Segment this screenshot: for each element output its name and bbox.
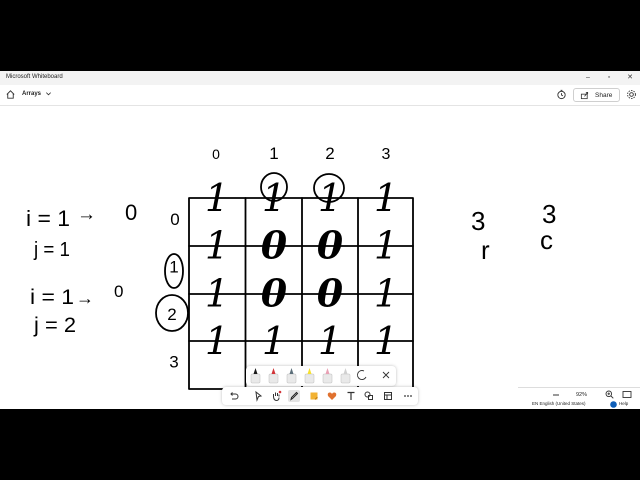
row-label-3: 3	[169, 353, 178, 372]
column-label-2: 2	[325, 144, 334, 163]
matrix-cell-2-0: 1	[205, 271, 229, 315]
matrix-cell-3-1: 1	[262, 319, 286, 363]
matrix-cell-3-3: 1	[374, 319, 398, 363]
matrix-cell-0-0: 1	[205, 176, 229, 220]
board-toolbar: Arrays Share	[0, 85, 640, 106]
note1-j: j = 1	[33, 239, 70, 261]
more-icon[interactable]	[402, 390, 414, 402]
matrix-cell-3-0: 1	[205, 319, 229, 363]
matrix-cell-2-3: 1	[374, 271, 398, 315]
template-icon[interactable]	[382, 390, 394, 402]
pen-tray	[246, 366, 396, 386]
help-label[interactable]: Help	[619, 401, 628, 406]
share-label: Share	[595, 92, 613, 99]
zoom-out-icon[interactable]	[552, 391, 560, 399]
gray-pen[interactable]	[286, 368, 297, 384]
share-button[interactable]: Share	[573, 88, 620, 102]
cols-count-letter: c	[540, 225, 553, 255]
note1-arrow: →	[77, 204, 96, 225]
eraser[interactable]	[340, 368, 351, 384]
tools-bar	[222, 387, 418, 405]
matrix-cell-1-1: 0	[261, 223, 288, 268]
matrix-cell-2-2: 0	[317, 270, 344, 315]
undo-icon[interactable]	[228, 390, 240, 402]
restore-icon[interactable]: ▫	[603, 73, 615, 83]
note1-i: i = 1	[26, 206, 70, 231]
language-indicator: EN English (United States)	[532, 401, 586, 406]
yellow-highlighter[interactable]	[304, 368, 315, 384]
column-label-0: 0	[212, 146, 220, 162]
rows-count-letter: r	[481, 235, 490, 265]
gear-icon[interactable]	[626, 89, 637, 100]
board-canvas[interactable]: 1 1 1 11 0 0 11 0 0 11 1 1 10 1 2 30123 → → i = 1 0 j =…	[0, 106, 640, 409]
lasso-icon[interactable]	[357, 370, 367, 380]
matrix-cell-0-1: 1	[262, 176, 286, 220]
pink-pen[interactable]	[322, 368, 333, 384]
column-label-1: 1	[269, 144, 278, 163]
fit-screen-icon[interactable]	[622, 390, 632, 399]
note2-result: 0	[114, 282, 123, 301]
matrix-cell-1-3: 1	[374, 224, 398, 268]
sticky-note-icon[interactable]	[308, 390, 320, 402]
pen-icon[interactable]	[288, 390, 300, 402]
matrix-cell-1-0: 1	[205, 224, 229, 268]
matrix-cell-0-2: 1	[318, 176, 342, 220]
matrix-cell-0-3: 1	[374, 176, 398, 220]
select-icon[interactable]	[252, 390, 264, 402]
shapes-icon[interactable]	[363, 390, 375, 402]
note2-i: i = 1	[30, 286, 74, 309]
status-bar: 92% EN English (United States) Help	[518, 387, 640, 409]
row-label-0: 0	[170, 210, 179, 229]
matrix-cell-1-2: 0	[317, 223, 344, 268]
text-icon[interactable]	[345, 390, 357, 402]
timer-icon[interactable]	[556, 89, 567, 100]
rows-count-value: 3	[471, 206, 485, 236]
title-bar: Microsoft Whiteboard – ▫ ✕	[0, 71, 640, 85]
column-label-3: 3	[382, 146, 391, 163]
home-icon[interactable]	[5, 89, 16, 100]
app-title: Microsoft Whiteboard	[6, 74, 63, 80]
board-name[interactable]: Arrays	[22, 91, 41, 97]
hand-icon[interactable]	[270, 390, 282, 402]
zoom-in-icon[interactable]	[605, 390, 614, 399]
matrix-cell-2-1: 0	[261, 270, 288, 315]
matrix-cell-3-2: 1	[318, 319, 342, 363]
reaction-icon[interactable]	[326, 390, 338, 402]
row-label-1: 1	[169, 258, 178, 277]
whiteboard-window: Microsoft Whiteboard – ▫ ✕ Arrays Share	[0, 71, 640, 409]
help-icon[interactable]	[610, 401, 617, 408]
share-icon	[580, 91, 589, 100]
black-pen[interactable]	[250, 368, 261, 384]
chevron-down-icon[interactable]	[45, 90, 52, 97]
close-window-icon[interactable]: ✕	[624, 73, 636, 83]
zoom-level: 92%	[576, 392, 588, 398]
red-pen[interactable]	[268, 368, 279, 384]
note1-result: 0	[125, 200, 137, 225]
note2-arrow: →	[76, 288, 94, 308]
row-label-2: 2	[167, 305, 176, 324]
close-icon[interactable]	[382, 371, 390, 379]
note2-j: j = 2	[33, 314, 76, 337]
minimize-icon[interactable]: –	[582, 73, 594, 83]
